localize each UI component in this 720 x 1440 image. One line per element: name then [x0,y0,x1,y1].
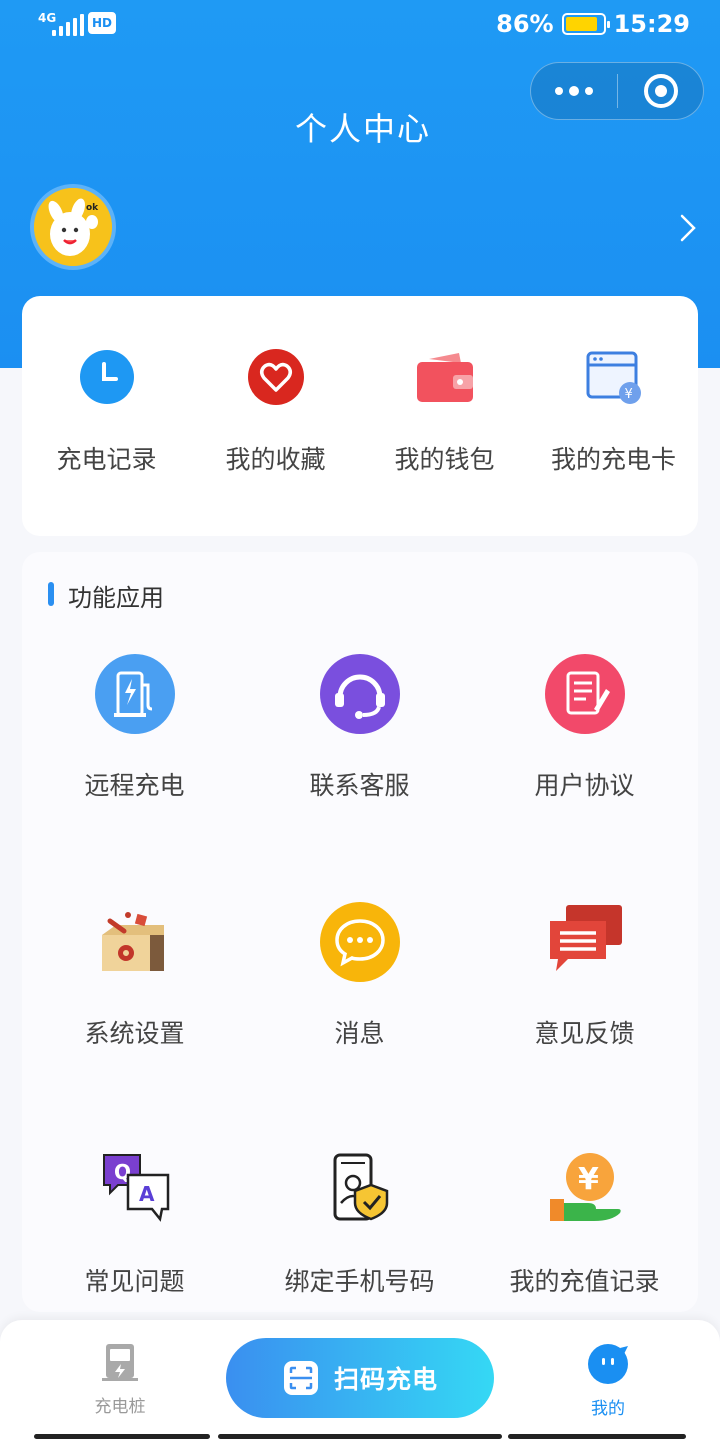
quick-item-label: 充电记录 [56,445,157,474]
battery-percent: 86% [496,10,554,38]
scan-charge-label: 扫码充电 [333,1365,438,1394]
func-label: 系统设置 [84,1019,185,1048]
charging-card-icon: ¥ [583,346,645,408]
mine-face-icon [588,1344,628,1384]
svg-text:¥: ¥ [624,387,632,402]
battery-icon [561,13,610,35]
gesture-bar-right [508,1434,686,1439]
func-feedback[interactable]: 意见反馈 [472,900,697,1050]
feedback-icon [543,900,627,984]
heart-icon [245,346,307,408]
wallet-icon [414,346,476,408]
quick-item-wallet[interactable]: 我的钱包 [360,346,529,476]
svg-text:¥: ¥ [578,1162,599,1197]
func-label: 绑定手机号码 [284,1267,435,1296]
func-recharge-record[interactable]: ¥ 我的充值记录 [472,1148,697,1298]
func-messages[interactable]: 消息 [247,900,472,1050]
section-title: 功能应用 [68,584,164,612]
func-bind-phone[interactable]: 绑定手机号码 [247,1148,472,1298]
gesture-bar-center[interactable] [218,1434,502,1439]
target-circle-icon [643,74,678,108]
charging-pile-icon [93,652,177,736]
func-label: 意见反馈 [534,1019,635,1048]
func-user-agreement[interactable]: 用户协议 [472,652,697,802]
tab-label: 我的 [591,1399,625,1419]
quick-item-favorites[interactable]: 我的收藏 [191,346,360,476]
status-bar: 4G HD 86% 15:29 [0,0,720,50]
tab-charging-pile[interactable]: 充电桩 [60,1342,180,1417]
gesture-bar-left [34,1434,210,1439]
svg-text:A: A [139,1182,155,1206]
func-label: 用户协议 [534,771,635,800]
clock-icon [76,346,138,408]
func-label: 常见问题 [84,1267,185,1296]
svg-text:ok: ok [86,203,99,213]
chat-bubble-icon [318,900,402,984]
charging-pile-icon [102,1344,138,1381]
func-contact-service[interactable]: 联系客服 [247,652,472,802]
hd-badge: HD [88,12,116,34]
yuan-coin-icon: ¥ [543,1148,627,1232]
func-label: 消息 [334,1019,385,1048]
chevron-right-icon[interactable] [678,212,698,244]
toolbox-icon [93,900,177,984]
tab-mine[interactable]: 我的 [548,1342,668,1419]
scan-charge-button[interactable]: 扫码充电 [226,1338,494,1418]
qa-icon: QA [93,1148,177,1232]
scan-icon [283,1361,318,1395]
more-dots-icon [555,87,563,95]
clock-time: 15:29 [613,10,690,38]
phone-shield-icon [318,1148,402,1232]
func-faq[interactable]: QA 常见问题 [22,1148,247,1298]
page-title: 个人中心 [294,110,431,148]
func-label: 联系客服 [309,771,410,800]
user-avatar[interactable]: ok [30,184,116,270]
func-label: 我的充值记录 [509,1267,660,1296]
quick-item-label: 我的充电卡 [550,445,676,474]
func-system-settings[interactable]: 系统设置 [22,900,247,1050]
quick-item-charging-card[interactable]: ¥ 我的充电卡 [529,346,698,476]
section-accent-bar [48,582,54,606]
functions-card: 功能应用 远程充电 联系客服 用户协议 系统设置 消息 意见反馈 Q A 常见问… [22,552,698,1312]
signal-icon [52,12,84,36]
func-label: 远程充电 [84,771,185,800]
quick-item-label: 我的钱包 [394,445,495,474]
tab-label: 充电桩 [94,1397,146,1417]
headset-icon [318,652,402,736]
quick-item-charging-record[interactable]: 充电记录 [22,346,191,476]
bottom-tabbar: 充电桩 扫码充电 我的 [0,1320,720,1440]
quick-item-label: 我的收藏 [225,445,326,474]
func-remote-charging[interactable]: 远程充电 [22,652,247,802]
cartoon-avatar-icon: ok [34,188,112,266]
document-icon [543,652,627,736]
quick-actions-card: 充电记录 我的收藏 我的钱包 ¥ 我的充电卡 [22,296,698,536]
